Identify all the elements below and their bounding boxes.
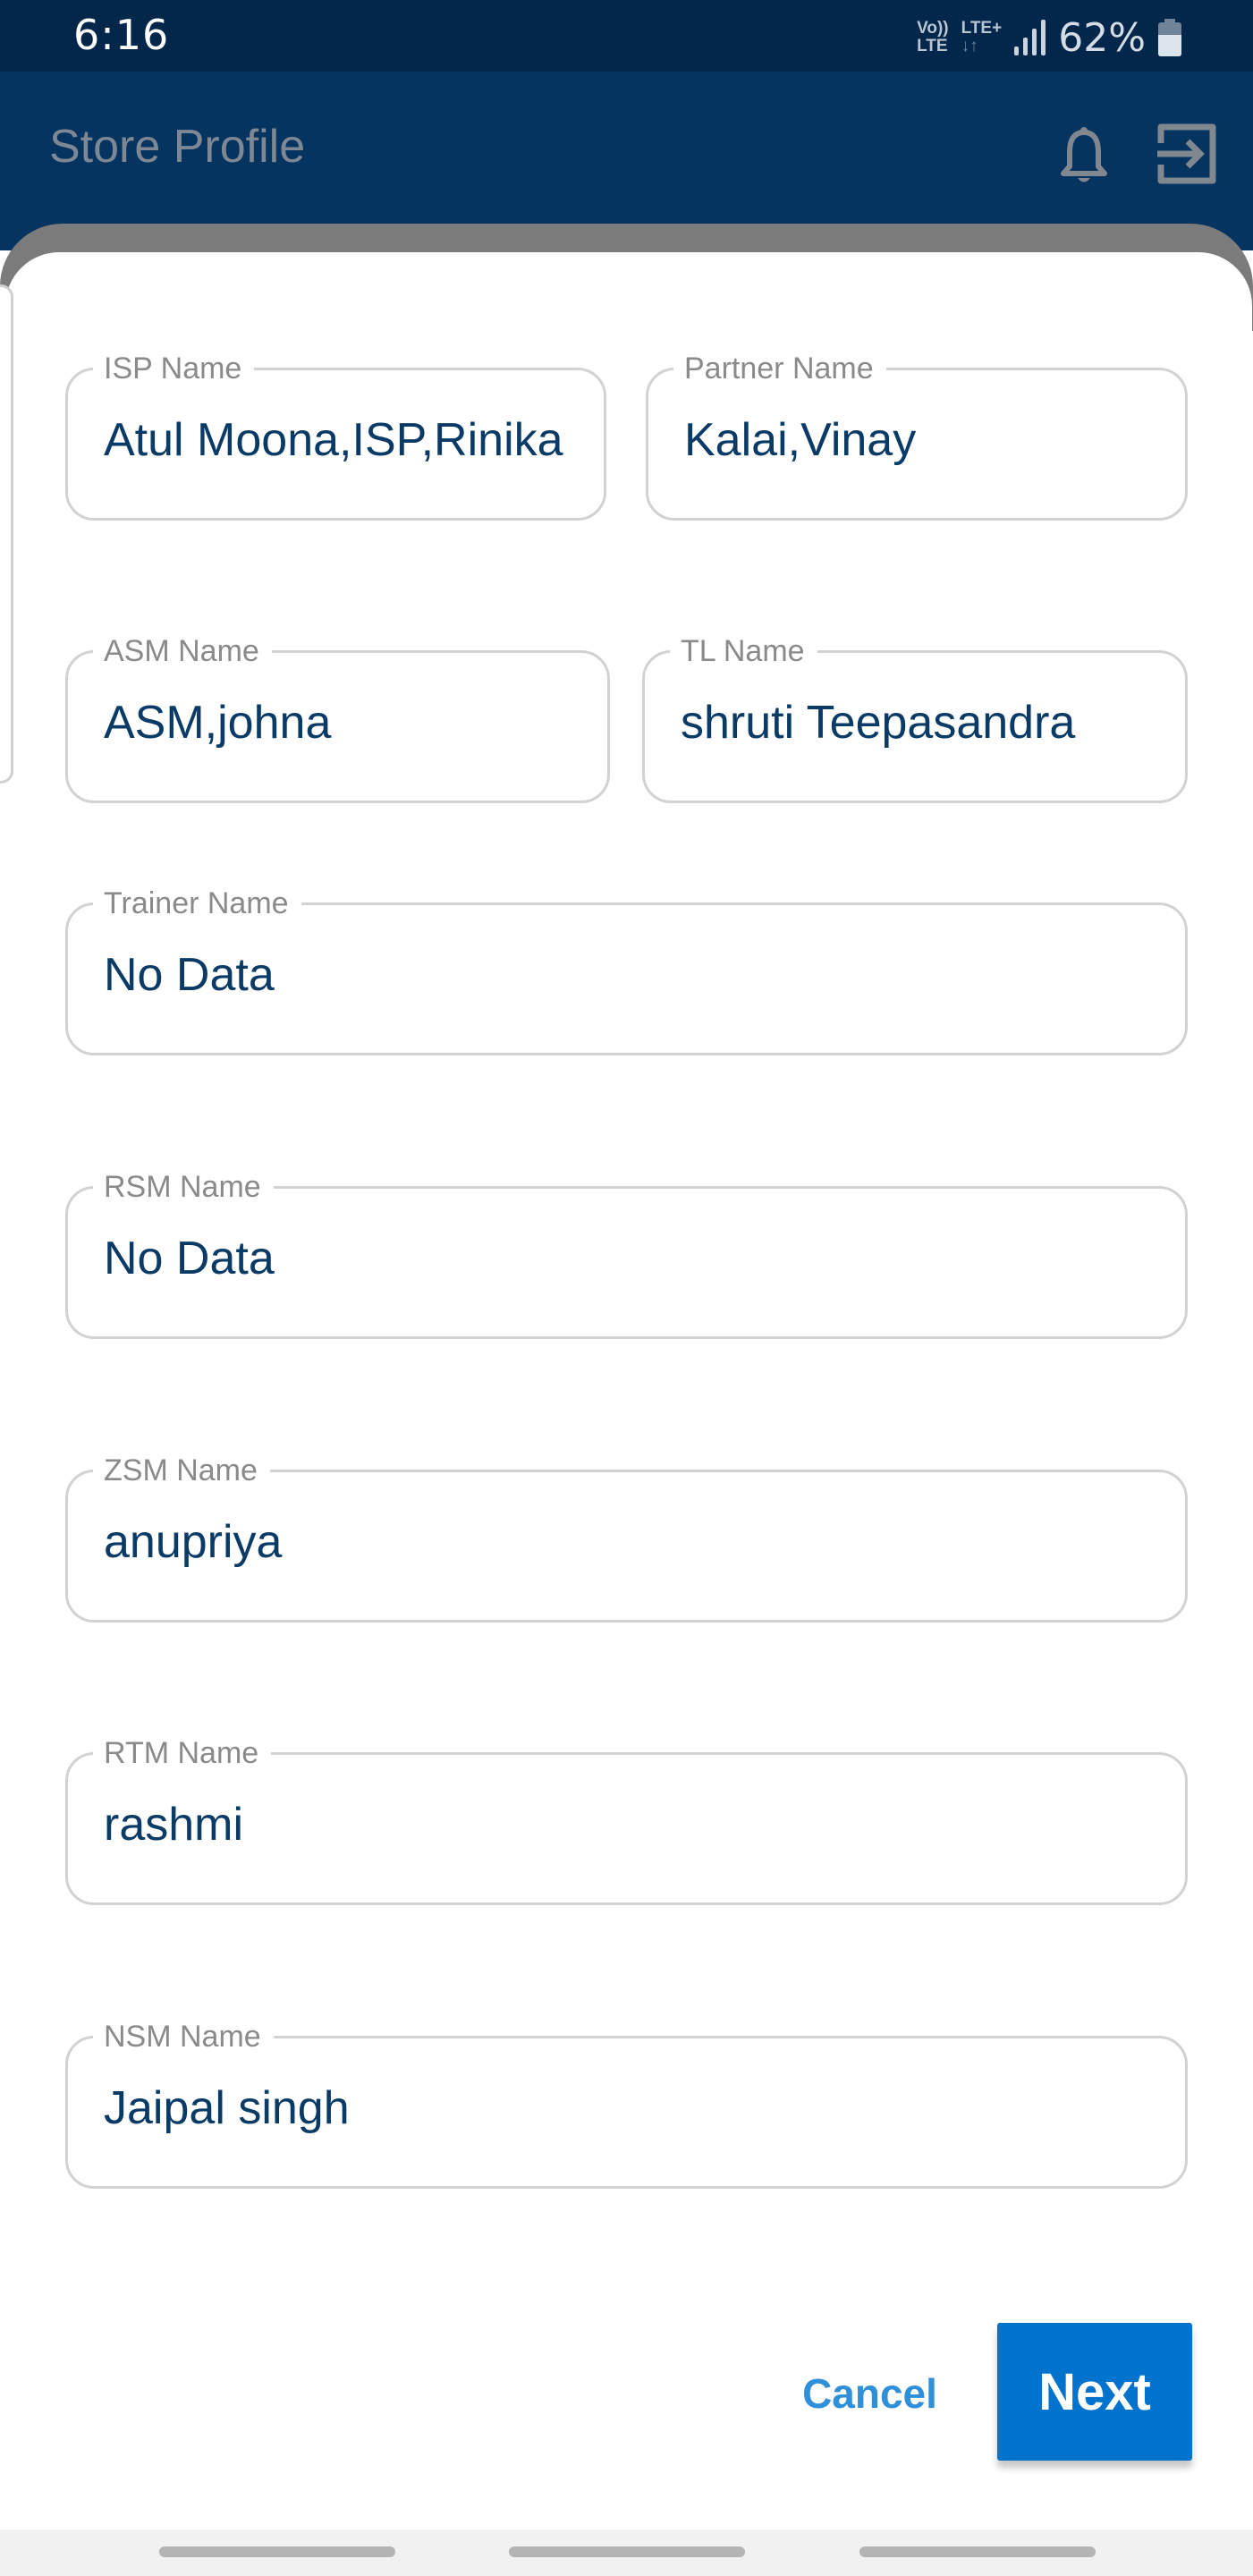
asm-name-field[interactable]: ASM Name ASM,johna <box>65 633 610 803</box>
field-label: ASM Name <box>93 633 272 669</box>
field-label: ZSM Name <box>93 1453 270 1488</box>
field-label: RSM Name <box>93 1169 274 1205</box>
logout-button[interactable] <box>1152 118 1223 190</box>
trainer-name-value[interactable]: No Data <box>104 946 1167 1004</box>
notifications-button[interactable] <box>1048 118 1120 190</box>
volte-label: Vo)) <box>917 19 949 38</box>
tl-name-field[interactable]: TL Name shruti Teepasandra <box>642 633 1188 803</box>
nav-recents-button[interactable] <box>159 2546 395 2557</box>
next-button[interactable]: Next <box>997 2323 1192 2461</box>
tl-name-value[interactable]: shruti Teepasandra <box>681 694 1167 751</box>
zsm-name-field[interactable]: ZSM Name anupriya <box>65 1453 1188 1623</box>
volte-indicator: Vo)) LTE <box>917 20 949 55</box>
field-label: RTM Name <box>93 1735 272 1771</box>
lte-label: LTE <box>917 37 948 55</box>
field-label: Trainer Name <box>93 886 301 921</box>
data-activity-icon: ↓↑ <box>961 37 978 55</box>
bell-icon <box>1061 127 1107 182</box>
page-title: Store Profile <box>49 121 306 173</box>
partner-name-value[interactable]: Kalai,Vinay <box>684 411 1167 469</box>
nav-back-button[interactable] <box>859 2546 1096 2557</box>
rtm-name-field[interactable]: RTM Name rashmi <box>65 1735 1188 1905</box>
network-type-indicator: LTE+ ↓↑ <box>961 20 1003 55</box>
field-label: NSM Name <box>93 2019 274 2055</box>
battery-percent: 62% <box>1058 14 1146 61</box>
field-label: Partner Name <box>673 351 886 386</box>
asm-name-value[interactable]: ASM,johna <box>104 694 589 751</box>
isp-name-value[interactable]: Atul Moona,ISP,Rinika <box>104 411 586 469</box>
nsm-name-field[interactable]: NSM Name Jaipal singh <box>65 2019 1188 2189</box>
cancel-button[interactable]: Cancel <box>787 2358 952 2429</box>
status-indicators: Vo)) LTE LTE+ ↓↑ 62% <box>917 13 1181 63</box>
background-card-edge <box>0 284 13 784</box>
field-label: TL Name <box>670 633 817 669</box>
rsm-name-field[interactable]: RSM Name No Data <box>65 1169 1188 1339</box>
nsm-name-value[interactable]: Jaipal singh <box>104 2080 1167 2137</box>
signal-strength-icon <box>1014 20 1046 55</box>
status-bar: 6:16 Vo)) LTE LTE+ ↓↑ 62% <box>0 0 1253 72</box>
nav-home-button[interactable] <box>509 2546 745 2557</box>
zsm-name-value[interactable]: anupriya <box>104 1513 1167 1571</box>
isp-name-field[interactable]: ISP Name Atul Moona,ISP,Rinika <box>65 351 606 521</box>
rsm-name-value[interactable]: No Data <box>104 1230 1167 1287</box>
partner-name-field[interactable]: Partner Name Kalai,Vinay <box>646 351 1188 521</box>
battery-icon <box>1158 19 1181 56</box>
logout-icon <box>1157 123 1216 184</box>
system-navigation-bar <box>0 2529 1253 2576</box>
field-label: ISP Name <box>93 351 255 386</box>
status-time: 6:16 <box>73 11 170 59</box>
rtm-name-value[interactable]: rashmi <box>104 1796 1167 1853</box>
trainer-name-field[interactable]: Trainer Name No Data <box>65 886 1188 1055</box>
network-type-label: LTE+ <box>961 19 1003 38</box>
